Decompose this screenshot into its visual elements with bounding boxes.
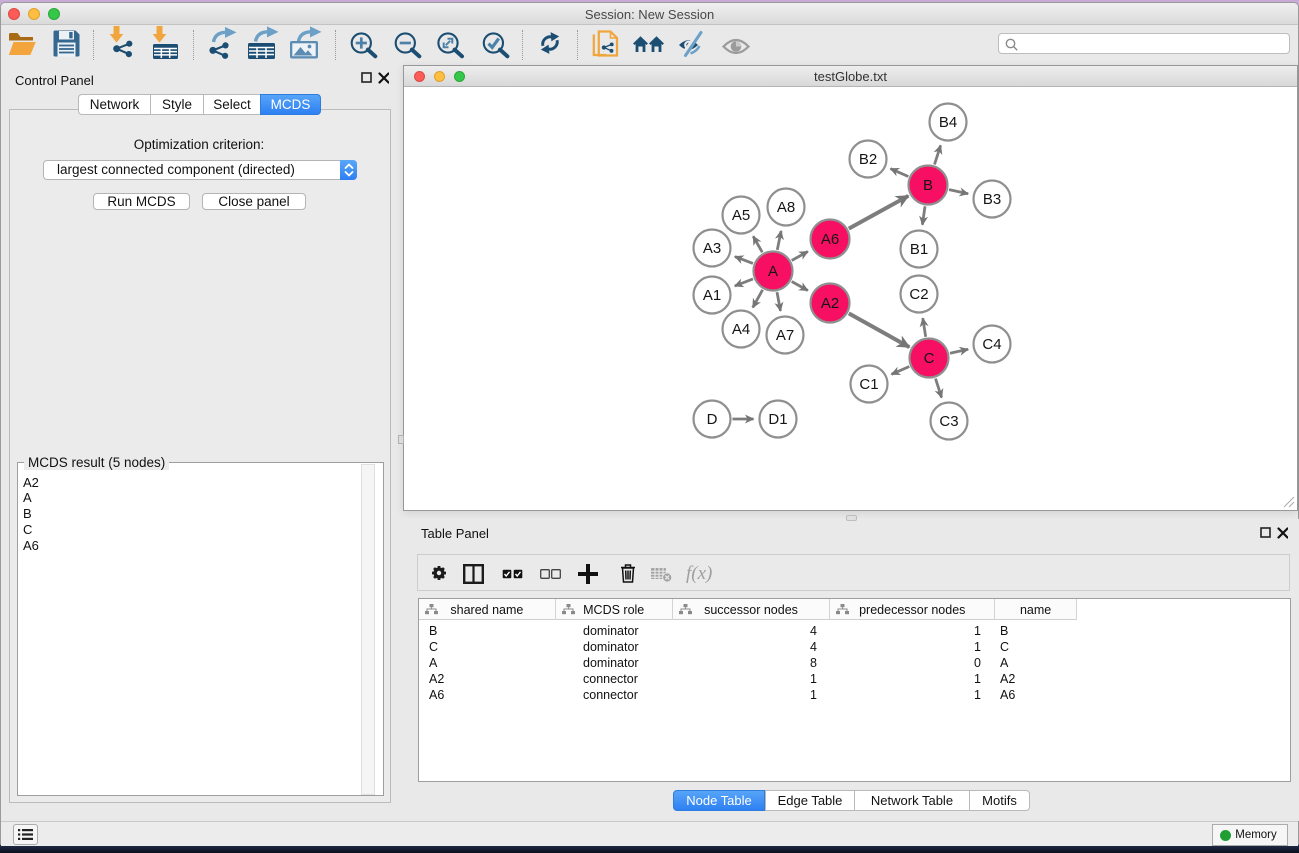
svg-text:A: A bbox=[768, 263, 778, 280]
svg-text:C1: C1 bbox=[859, 376, 878, 393]
svg-text:C: C bbox=[924, 350, 935, 367]
svg-text:B3: B3 bbox=[983, 191, 1001, 208]
svg-text:A8: A8 bbox=[777, 199, 795, 216]
svg-text:D: D bbox=[707, 411, 718, 428]
svg-text:A5: A5 bbox=[732, 207, 750, 224]
svg-text:D1: D1 bbox=[768, 411, 787, 428]
svg-text:B2: B2 bbox=[859, 151, 877, 168]
svg-text:A4: A4 bbox=[732, 321, 750, 338]
svg-text:A3: A3 bbox=[703, 240, 721, 257]
svg-text:C3: C3 bbox=[939, 413, 958, 430]
svg-text:C2: C2 bbox=[909, 286, 928, 303]
svg-text:B1: B1 bbox=[910, 241, 928, 258]
svg-text:f(x): f(x) bbox=[686, 563, 712, 584]
svg-text:B: B bbox=[923, 177, 933, 194]
svg-text:A7: A7 bbox=[776, 327, 794, 344]
svg-text:A6: A6 bbox=[821, 231, 839, 248]
svg-text:A1: A1 bbox=[703, 287, 721, 304]
svg-text:A2: A2 bbox=[821, 295, 839, 312]
svg-text:B4: B4 bbox=[939, 114, 957, 131]
svg-text:C4: C4 bbox=[982, 336, 1001, 353]
